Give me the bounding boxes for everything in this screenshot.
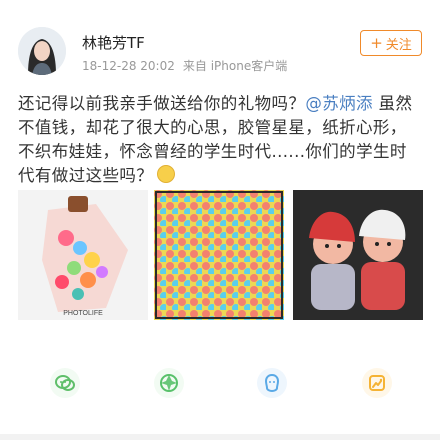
follow-label: 关注	[385, 37, 412, 53]
plus-icon: +	[370, 33, 383, 52]
follow-button[interactable]: + 关注	[360, 30, 422, 56]
post-text: 还记得以前我亲手做送给你的礼物吗？@苏炳添 虽然不值钱，却花了很大的心思，胶管星…	[18, 92, 423, 188]
moments-icon	[160, 374, 178, 392]
qzone-icon	[369, 375, 385, 391]
share-bar	[0, 350, 440, 420]
post-image-3[interactable]	[293, 190, 423, 320]
post-meta: 18-12-28 20:02 来自 iPhone客户端	[82, 57, 287, 74]
wechat-icon	[55, 375, 75, 391]
post-image-2[interactable]	[154, 190, 284, 320]
emoji-icon	[157, 165, 176, 183]
username[interactable]: 林艳芳TF	[82, 32, 145, 53]
qq-icon	[264, 373, 280, 393]
mention-link[interactable]: @苏炳添	[305, 94, 373, 113]
text-before: 还记得以前我亲手做送给你的礼物吗？	[18, 94, 306, 113]
share-qq-button[interactable]	[257, 368, 287, 398]
share-moments-button[interactable]	[154, 368, 184, 398]
timestamp: 18-12-28 20:02	[82, 59, 175, 73]
image-caption: PHOTOLIFE	[63, 310, 103, 317]
divider	[0, 434, 440, 440]
post-image-1[interactable]: PHOTOLIFE	[18, 190, 148, 320]
share-qzone-button[interactable]	[362, 368, 392, 398]
avatar[interactable]	[18, 27, 66, 75]
share-wechat-button[interactable]	[50, 368, 80, 398]
post-source: 来自 iPhone客户端	[182, 59, 288, 73]
